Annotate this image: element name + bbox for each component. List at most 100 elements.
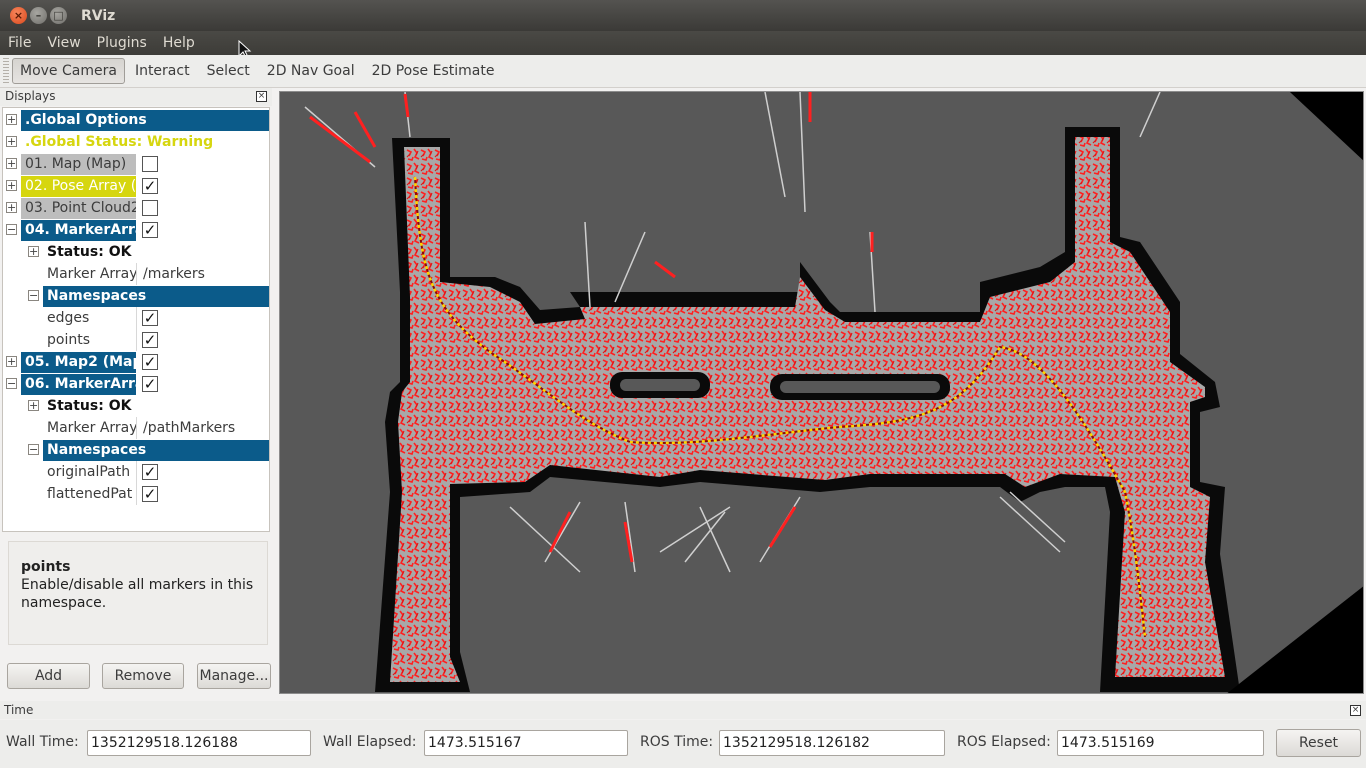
- wall-time-label: Wall Time:: [6, 734, 79, 750]
- row-label: 01. Map (Map): [21, 153, 136, 175]
- maximize-window-button[interactable]: □: [50, 7, 67, 24]
- enable-checkbox[interactable]: ✓: [142, 222, 158, 238]
- expand-icon[interactable]: +: [6, 356, 17, 367]
- row-label: Marker Array: [47, 265, 136, 282]
- property-help-box: points Enable/disable all markers in thi…: [8, 541, 268, 645]
- wall-elapsed-label: Wall Elapsed:: [323, 734, 417, 750]
- tree-row-namespace-flattened-path[interactable]: flattenedPat ✓: [3, 483, 271, 505]
- minimize-window-button[interactable]: –: [30, 7, 47, 24]
- tool-interact[interactable]: Interact: [128, 59, 197, 83]
- enable-checkbox[interactable]: ✓: [142, 464, 158, 480]
- row-label: flattenedPat: [47, 485, 133, 502]
- tree-row-marker-array-06[interactable]: − 06. MarkerArray ✓: [3, 373, 271, 395]
- enable-checkbox[interactable]: ✓: [142, 376, 158, 392]
- displays-panel-header: Displays ×: [0, 88, 272, 106]
- close-window-button[interactable]: ×: [10, 7, 27, 24]
- toolbar-grip-icon[interactable]: [3, 58, 9, 84]
- expand-icon[interactable]: +: [6, 202, 17, 213]
- tree-row-point-cloud2[interactable]: + 03. Point Cloud2: [3, 197, 271, 219]
- row-label: 06. MarkerArray: [21, 373, 136, 395]
- tool-2d-pose-estimate[interactable]: 2D Pose Estimate: [365, 59, 502, 83]
- ros-time-label: ROS Time:: [640, 734, 714, 750]
- reset-button[interactable]: Reset: [1276, 729, 1361, 757]
- row-label: 03. Point Cloud2: [21, 197, 136, 219]
- tool-move-camera[interactable]: Move Camera: [12, 58, 125, 84]
- tree-row-namespace-original-path[interactable]: originalPath ✓: [3, 461, 271, 483]
- wall-time-field[interactable]: 1352129518.126188: [87, 730, 311, 756]
- tree-row-status-ok[interactable]: + Status: OK: [3, 241, 271, 263]
- topic-value[interactable]: /pathMarkers: [137, 418, 269, 439]
- tree-row-map2[interactable]: + 05. Map2 (Map) ✓: [3, 351, 271, 373]
- expand-icon[interactable]: +: [28, 400, 39, 411]
- time-panel: Wall Time: 1352129518.126188 Wall Elapse…: [0, 720, 1366, 768]
- tree-row-namespace-edges[interactable]: edges ✓: [3, 307, 271, 329]
- tree-row-marker-topic[interactable]: Marker Array /pathMarkers: [3, 417, 271, 439]
- remove-display-button[interactable]: Remove: [102, 663, 184, 689]
- row-label: originalPath: [47, 463, 131, 480]
- row-label: Namespaces: [43, 285, 269, 307]
- row-label: 05. Map2 (Map): [21, 351, 136, 373]
- enable-checkbox[interactable]: [142, 200, 158, 216]
- help-text: Enable/disable all markers in this names…: [21, 577, 254, 611]
- expand-icon[interactable]: +: [6, 158, 17, 169]
- tree-row-namespaces[interactable]: − Namespaces: [3, 439, 271, 461]
- enable-checkbox[interactable]: ✓: [142, 332, 158, 348]
- tool-select[interactable]: Select: [200, 59, 257, 83]
- enable-checkbox[interactable]: ✓: [142, 486, 158, 502]
- row-label: .Global Status: Warning: [25, 133, 214, 150]
- enable-checkbox[interactable]: ✓: [142, 354, 158, 370]
- ros-time-field[interactable]: 1352129518.126182: [719, 730, 945, 756]
- row-label: Marker Array: [47, 419, 136, 436]
- menu-view[interactable]: View: [39, 35, 88, 51]
- menu-help[interactable]: Help: [155, 35, 203, 51]
- menu-plugins[interactable]: Plugins: [89, 35, 155, 51]
- tree-row-namespace-points[interactable]: points ✓: [3, 329, 271, 351]
- tree-row-marker-array-04[interactable]: − 04. MarkerArray ✓: [3, 219, 271, 241]
- enable-checkbox[interactable]: ✓: [142, 310, 158, 326]
- topic-value[interactable]: /markers: [137, 264, 269, 285]
- help-title: points: [21, 559, 71, 575]
- expand-icon[interactable]: +: [6, 136, 17, 147]
- row-label: points: [47, 331, 90, 348]
- tree-row-pose-array[interactable]: + 02. Pose Array (P ✓: [3, 175, 271, 197]
- render-viewport[interactable]: [279, 91, 1364, 694]
- expand-icon[interactable]: +: [6, 180, 17, 191]
- row-label: Status: OK: [47, 243, 132, 260]
- window-title: RViz: [81, 7, 116, 24]
- ros-elapsed-field[interactable]: 1473.515169: [1057, 730, 1264, 756]
- collapse-icon[interactable]: −: [28, 290, 39, 301]
- tree-row-namespaces[interactable]: − Namespaces: [3, 285, 271, 307]
- time-panel-header: Time ×: [0, 701, 1366, 719]
- close-panel-icon[interactable]: ×: [256, 91, 267, 102]
- collapse-icon[interactable]: −: [6, 378, 17, 389]
- enable-checkbox[interactable]: [142, 156, 158, 172]
- row-label: Status: OK: [47, 397, 132, 414]
- row-label: Namespaces: [43, 439, 269, 461]
- collapse-icon[interactable]: −: [6, 224, 17, 235]
- row-label: edges: [47, 309, 90, 326]
- collapse-icon[interactable]: −: [28, 444, 39, 455]
- menu-file[interactable]: File: [0, 35, 39, 51]
- displays-title: Displays: [5, 89, 56, 103]
- ros-elapsed-label: ROS Elapsed:: [957, 734, 1051, 750]
- expand-icon[interactable]: +: [28, 246, 39, 257]
- tree-row-marker-topic[interactable]: Marker Array /markers: [3, 263, 271, 285]
- tree-row-map[interactable]: + 01. Map (Map): [3, 153, 271, 175]
- expand-icon[interactable]: +: [6, 114, 17, 125]
- row-label: 04. MarkerArray: [21, 219, 136, 241]
- close-panel-icon[interactable]: ×: [1350, 705, 1361, 716]
- occupancy-map-render: [280, 92, 1363, 693]
- row-label: 02. Pose Array (P: [21, 175, 136, 197]
- add-display-button[interactable]: Add: [7, 663, 90, 689]
- wall-elapsed-field[interactable]: 1473.515167: [424, 730, 628, 756]
- tool-2d-nav-goal[interactable]: 2D Nav Goal: [260, 59, 362, 83]
- manage-displays-button[interactable]: Manage...: [197, 663, 271, 689]
- tree-row-global-options[interactable]: + .Global Options: [3, 109, 271, 131]
- enable-checkbox[interactable]: ✓: [142, 178, 158, 194]
- displays-tree: + .Global Options + .Global Status: Warn…: [2, 107, 270, 532]
- tool-bar: Move Camera Interact Select 2D Nav Goal …: [0, 55, 1366, 88]
- title-bar: × – □ RViz: [0, 0, 1366, 31]
- tree-row-global-status[interactable]: + .Global Status: Warning: [3, 131, 271, 153]
- time-title: Time: [4, 703, 34, 717]
- tree-row-status-ok[interactable]: + Status: OK: [3, 395, 271, 417]
